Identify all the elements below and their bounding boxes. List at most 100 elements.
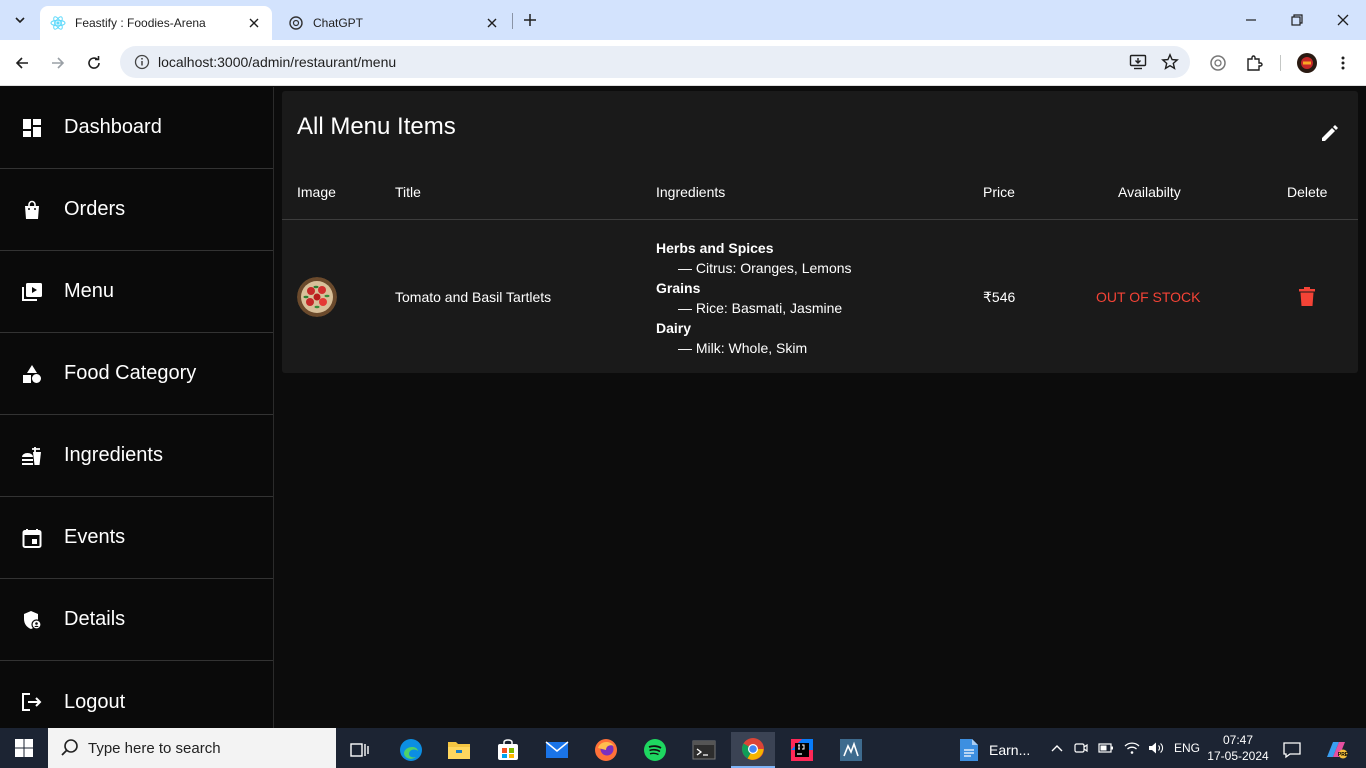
toolbar-divider (1280, 55, 1281, 71)
windows-taskbar: Type here to search Earn... ENG 07:47 17… (0, 728, 1366, 768)
sidebar-item-label: Orders (64, 198, 126, 220)
sidebar-item-label: Events (64, 526, 126, 548)
minimize-button[interactable] (1239, 8, 1263, 32)
sidebar-item-ingredients[interactable]: Ingredients (0, 415, 273, 497)
sidebar-item-orders[interactable]: Orders (0, 169, 273, 251)
battery-icon[interactable] (1098, 742, 1114, 754)
document-icon (960, 739, 978, 761)
more-options-icon[interactable] (1331, 51, 1355, 75)
column-header-price: Price (983, 184, 1015, 200)
mail-icon[interactable] (535, 732, 579, 768)
availability-status-button[interactable]: OUT OF STOCK (1096, 289, 1201, 305)
new-tab-button[interactable] (518, 8, 542, 32)
restore-icon (1291, 14, 1303, 26)
url-text[interactable]: localhost:3000/admin/restaurant/menu (158, 54, 1126, 70)
file-explorer-icon[interactable] (437, 732, 481, 768)
delete-button[interactable] (1295, 285, 1319, 309)
close-tab-icon[interactable] (484, 15, 500, 31)
taskbar-search-box[interactable]: Type here to search (48, 728, 336, 768)
minimize-icon (1246, 19, 1256, 21)
task-view-icon[interactable] (338, 732, 382, 768)
start-button[interactable] (0, 728, 48, 768)
address-bar[interactable]: localhost:3000/admin/restaurant/menu (120, 46, 1190, 78)
react-logo-icon (50, 16, 66, 30)
browser-tab-bar: Feastify : Foodies-Arena ChatGPT (0, 0, 1366, 40)
search-icon (61, 739, 78, 756)
arrow-left-icon (15, 57, 28, 69)
profile-avatar[interactable] (1295, 51, 1319, 75)
language-indicator[interactable]: ENG (1174, 741, 1200, 755)
plus-icon (524, 14, 536, 26)
column-header-image: Image (297, 184, 336, 200)
terminal-icon[interactable] (682, 732, 726, 768)
table-header: Image Title Ingredients Price Availabilt… (282, 176, 1358, 220)
site-info-icon[interactable] (134, 54, 150, 70)
sidebar-item-menu[interactable]: Menu (0, 251, 273, 333)
ingredient-item: — Citrus: Oranges, Lemons (678, 260, 852, 276)
intellij-icon[interactable] (780, 732, 824, 768)
close-window-button[interactable] (1331, 8, 1355, 32)
tab-divider (512, 13, 513, 29)
page-title: All Menu Items (297, 113, 456, 140)
ingredients-list: Herbs and Spices — Citrus: Oranges, Lemo… (656, 238, 916, 358)
speaker-icon[interactable] (1148, 741, 1164, 755)
close-tab-icon[interactable] (246, 15, 262, 31)
edge-browser-icon[interactable] (389, 732, 433, 768)
sidebar-item-details[interactable]: Details (0, 579, 273, 661)
search-placeholder: Type here to search (88, 739, 221, 757)
mysql-workbench-icon[interactable] (829, 732, 873, 768)
install-app-icon[interactable] (1126, 50, 1150, 74)
tab-title: ChatGPT (313, 16, 364, 30)
category-icon (20, 362, 44, 386)
tab-search-button[interactable] (8, 8, 32, 32)
column-header-delete: Delete (1287, 184, 1328, 200)
sidebar-item-food-category[interactable]: Food Category (0, 333, 273, 415)
admin-panel-icon (20, 608, 44, 632)
ingredient-item: — Milk: Whole, Skim (678, 340, 808, 356)
extension-chatgpt-icon[interactable] (1206, 51, 1230, 75)
edit-button[interactable] (1318, 121, 1342, 145)
ingredient-category: Grains (656, 280, 701, 296)
sidebar-item-label: Menu (64, 280, 115, 302)
tab-feastify[interactable]: Feastify : Foodies-Arena (40, 6, 272, 40)
tab-title: Feastify : Foodies-Arena (75, 16, 206, 30)
sidebar-item-label: Dashboard (64, 116, 162, 138)
menu-book-icon (20, 280, 44, 304)
menu-item-title: Tomato and Basil Tartlets (395, 289, 552, 305)
ingredient-category: Herbs and Spices (656, 240, 774, 256)
spotify-icon[interactable] (633, 732, 677, 768)
reload-icon (88, 56, 100, 69)
copilot-icon[interactable]: PRE (1316, 732, 1356, 768)
bookmark-star-icon[interactable] (1158, 50, 1182, 74)
wifi-icon[interactable] (1124, 741, 1140, 755)
chevron-up-icon[interactable] (1050, 741, 1064, 755)
taskbar-app-earn[interactable]: Earn... (955, 732, 1035, 768)
forward-button[interactable] (46, 51, 70, 75)
back-button[interactable] (10, 51, 34, 75)
taskbar-app-label: Earn... (989, 742, 1031, 758)
windows-logo-icon (15, 739, 33, 757)
sidebar-item-label: Food Category (64, 362, 197, 384)
meet-now-icon[interactable] (1074, 741, 1088, 755)
ingredient-category: Dairy (656, 320, 692, 336)
arrow-right-icon (52, 57, 65, 69)
table-row: Tomato and Basil Tartlets Herbs and Spic… (282, 221, 1358, 373)
microsoft-store-icon[interactable] (486, 732, 530, 768)
notification-icon[interactable] (1272, 732, 1312, 768)
tab-chatgpt[interactable]: ChatGPT (278, 6, 510, 40)
sidebar: Dashboard Orders Menu Food Category Ingr… (0, 87, 274, 728)
sidebar-item-label: Logout (64, 690, 126, 713)
extensions-puzzle-icon[interactable] (1242, 51, 1266, 75)
sidebar-item-label: Ingredients (64, 444, 163, 466)
event-icon (20, 526, 44, 550)
sidebar-item-label: Details (64, 608, 126, 630)
sidebar-item-dashboard[interactable]: Dashboard (0, 87, 273, 169)
svg-text:PRE: PRE (1338, 752, 1348, 758)
sidebar-item-events[interactable]: Events (0, 497, 273, 579)
chrome-icon[interactable] (731, 732, 775, 768)
trash-icon (1299, 287, 1315, 306)
reload-button[interactable] (82, 51, 106, 75)
firefox-icon[interactable] (584, 732, 628, 768)
taskbar-clock[interactable]: 07:47 17-05-2024 (1206, 732, 1270, 764)
restore-button[interactable] (1285, 8, 1309, 32)
